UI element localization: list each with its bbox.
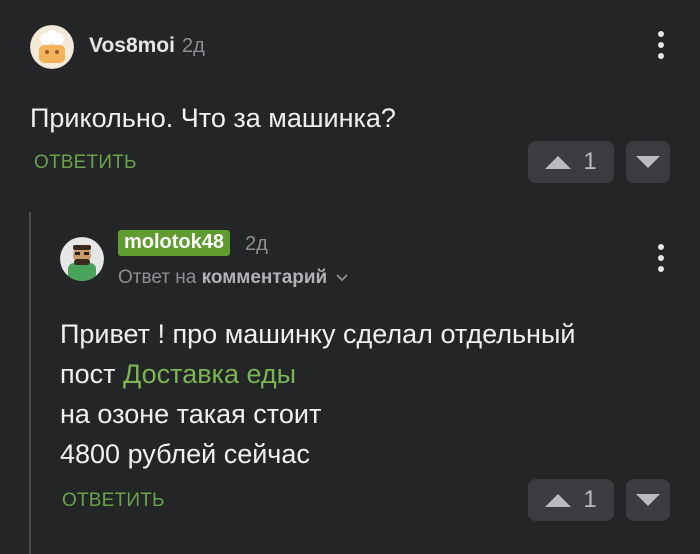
avatar-image	[60, 237, 104, 281]
text-prefix: пост	[60, 359, 116, 389]
text-line: на озоне такая стоит	[60, 399, 322, 429]
vote-count: 1	[583, 148, 597, 175]
downvote-button[interactable]	[626, 141, 670, 183]
avatar-image	[30, 25, 74, 69]
text-line: пост Доставка еды	[60, 354, 575, 394]
triangle-down-icon	[636, 156, 660, 168]
post-link[interactable]: Доставка еды	[123, 359, 296, 389]
triangle-down-icon	[636, 494, 660, 506]
chevron-down-icon	[335, 274, 348, 282]
upvote-button[interactable]: 1	[528, 141, 614, 183]
triangle-up-icon	[545, 155, 572, 169]
username-tag[interactable]: molotok48	[118, 230, 231, 256]
timestamp: 2д	[245, 233, 268, 255]
reply-to[interactable]: Ответ на комментарий	[118, 267, 349, 289]
upvote-button[interactable]: 1	[528, 479, 614, 521]
user-avatar[interactable]	[60, 237, 104, 281]
comment-text: Привет ! про машинку сделал отдельный по…	[60, 314, 575, 474]
reply-to-target: комментарий	[201, 267, 328, 288]
comment-text: Прикольно. Что за машинка?	[30, 103, 396, 133]
thread-line[interactable]	[29, 212, 31, 554]
timestamp: 2д	[182, 35, 205, 57]
username[interactable]: Vos8moi	[89, 34, 175, 58]
reply-to-prefix: Ответ на	[118, 267, 197, 288]
more-vertical-icon[interactable]	[656, 244, 666, 272]
user-avatar[interactable]	[30, 25, 74, 69]
more-vertical-icon[interactable]	[656, 31, 666, 59]
reply-button[interactable]: ОТВЕТИТЬ	[62, 490, 165, 512]
triangle-up-icon	[545, 493, 572, 507]
vote-count: 1	[583, 486, 597, 513]
text-line: Привет ! про машинку сделал отдельный	[60, 319, 576, 349]
reply-button[interactable]: ОТВЕТИТЬ	[34, 152, 137, 174]
downvote-button[interactable]	[626, 479, 670, 521]
text-line: 4800 рублей сейчас	[60, 439, 310, 469]
